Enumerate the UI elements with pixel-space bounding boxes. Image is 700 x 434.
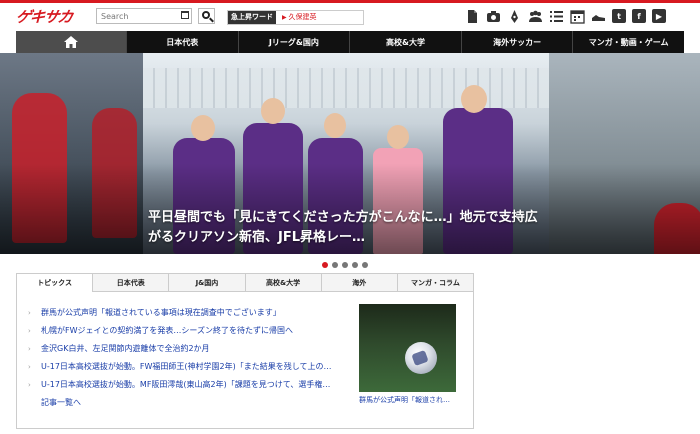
list-item[interactable]: › 群馬が公式声明「報道されている事項は現在調査中でございます」: [25, 304, 365, 322]
carousel-dot[interactable]: [332, 262, 338, 268]
tab-overseas[interactable]: 海外: [320, 274, 397, 292]
nav-item-overseas[interactable]: 海外サッカー: [460, 31, 573, 53]
thumbnail-caption[interactable]: 群馬が公式声明「報道され…: [359, 395, 459, 405]
twitter-icon[interactable]: t: [612, 9, 626, 23]
trending-words: 急上昇ワード 久保建英: [227, 10, 364, 25]
list-item[interactable]: › U-17日本高校選抜が始動。MF阪田澪哉(東山高2年)「課題を見つけて、選手権…: [25, 376, 365, 394]
tab-high-school-university[interactable]: 高校&大学: [244, 274, 321, 292]
hero-carousel[interactable]: 平日昼間でも「見にきてくださった方がこんなに…」地元で支持広がるクリアソン新宿、…: [0, 53, 700, 254]
document-icon[interactable]: [465, 9, 480, 24]
header-icons: t f ▶: [465, 9, 666, 24]
tab-manga-column[interactable]: マンガ・コラム: [396, 274, 474, 292]
group-icon[interactable]: [528, 9, 543, 24]
list-item[interactable]: › 札幌がFWジェイとの契約満了を発表…シーズン終了を待たずに帰国へ: [25, 322, 365, 340]
chevron-right-icon: ›: [28, 309, 31, 317]
calendar-icon[interactable]: [570, 9, 585, 24]
hero-caption[interactable]: 平日昼間でも「見にきてくださった方がこんなに…」地元で支持広がるクリアソン新宿、…: [148, 208, 548, 248]
shoe-icon[interactable]: [591, 9, 606, 24]
facebook-icon[interactable]: f: [632, 9, 646, 23]
main-nav: 日本代表 Jリーグ&国内 高校&大学 海外サッカー マンガ・動画・ゲーム: [16, 31, 684, 53]
chevron-right-icon: ›: [28, 327, 31, 335]
news-thumbnail[interactable]: [359, 304, 456, 392]
nav-item-high-school-university[interactable]: 高校&大学: [349, 31, 461, 53]
list-item[interactable]: › U-17日本高校選抜が始動。FW福田師王(神村学園2年)「また結果を残して上の…: [25, 358, 365, 376]
home-icon: [64, 36, 78, 48]
nav-item-japan-national-team[interactable]: 日本代表: [126, 31, 238, 53]
carousel-dot[interactable]: [322, 262, 328, 268]
tab-j-domestic[interactable]: J&国内: [168, 274, 245, 292]
header: ゲキサカ Search 急上昇ワード 久保建英 t f ▶: [0, 3, 700, 29]
chevron-right-icon: ›: [28, 381, 31, 389]
nav-item-manga-video-game[interactable]: マンガ・動画・ゲーム: [572, 31, 684, 53]
carousel-dots: [322, 262, 368, 268]
camera-icon[interactable]: [486, 9, 501, 24]
nav-home[interactable]: [16, 31, 126, 53]
calendar-icon[interactable]: [181, 11, 189, 19]
news-box: トピックス 日本代表 J&国内 高校&大学 海外 マンガ・コラム › 群馬が公式声…: [16, 273, 474, 429]
nav-item-jleague[interactable]: Jリーグ&国内: [237, 31, 350, 53]
page: ゲキサカ Search 急上昇ワード 久保建英 t f ▶ 日本代表 J: [0, 0, 700, 434]
carousel-dot[interactable]: [342, 262, 348, 268]
youtube-icon[interactable]: ▶: [652, 9, 666, 23]
tab-japan-national-team[interactable]: 日本代表: [92, 274, 169, 292]
list-icon[interactable]: [549, 9, 564, 24]
more-articles-link[interactable]: 記事一覧へ: [25, 394, 365, 412]
list-item[interactable]: › 金沢GK白井、左足関節内遊離体で全治約2か月: [25, 340, 365, 358]
search-icon-handle: [209, 17, 214, 23]
carousel-dot[interactable]: [352, 262, 358, 268]
search-input[interactable]: Search: [96, 8, 192, 24]
chevron-right-icon: ›: [28, 363, 31, 371]
carousel-dot[interactable]: [362, 262, 368, 268]
pen-icon[interactable]: [507, 9, 522, 24]
news-tabs: トピックス 日本代表 J&国内 高校&大学 海外 マンガ・コラム: [17, 274, 474, 292]
trending-link[interactable]: 久保建英: [276, 11, 363, 24]
news-list: › 群馬が公式声明「報道されている事項は現在調査中でございます」 › 札幌がFWジェ…: [25, 304, 365, 412]
search-button[interactable]: [198, 8, 215, 24]
tab-topics[interactable]: トピックス: [17, 274, 93, 292]
site-logo[interactable]: ゲキサカ: [14, 6, 74, 27]
trending-label: 急上昇ワード: [228, 11, 276, 24]
soccer-ball-image: [405, 342, 437, 374]
chevron-right-icon: ›: [28, 345, 31, 353]
